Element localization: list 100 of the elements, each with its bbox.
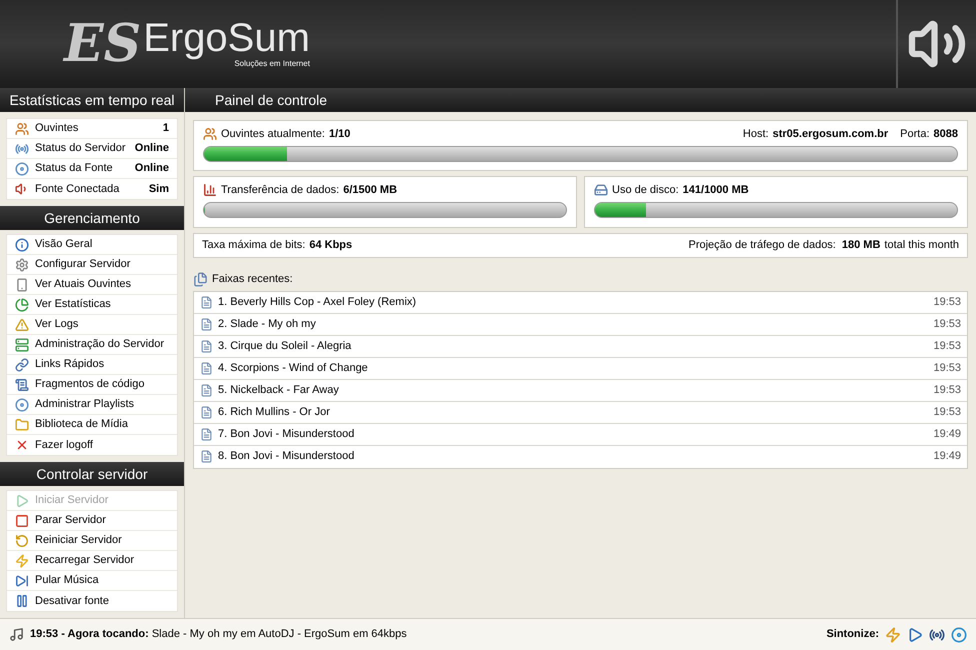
track-time: 19:49 xyxy=(933,449,961,464)
host-value: str05.ergosum.com.br xyxy=(772,127,888,142)
info-icon xyxy=(15,238,29,252)
port-label: Porta: xyxy=(900,127,930,142)
projection-label: Projeção de tráfego de dados: xyxy=(688,238,836,254)
menu-item[interactable]: Ver Logs xyxy=(7,315,177,335)
restart-icon xyxy=(15,534,29,548)
menu-item[interactable]: Pular Música xyxy=(7,571,177,591)
file-icon xyxy=(200,384,213,396)
antenna-icon xyxy=(15,142,29,156)
track-time: 19:53 xyxy=(933,338,961,354)
bar-chart-icon xyxy=(203,182,217,197)
track-time: 19:53 xyxy=(933,294,961,310)
music-note-icon xyxy=(9,627,24,642)
disc-icon xyxy=(15,162,29,176)
projection-suffix: total this month xyxy=(884,238,959,254)
files-icon xyxy=(193,272,208,287)
disc-icon xyxy=(15,398,29,412)
track-title: 3. Cirque du Soleil - Alegria xyxy=(218,338,352,354)
stat-value: Online xyxy=(134,141,169,156)
menu-item[interactable]: Fragmentos de código xyxy=(7,375,177,395)
disc-icon[interactable] xyxy=(951,626,967,642)
stat-label: Status da Fonte xyxy=(35,161,114,176)
link-icon xyxy=(15,358,29,372)
menu-item[interactable]: Links Rápidos xyxy=(7,355,177,375)
menu-item[interactable]: Desativar fonte xyxy=(7,591,177,611)
play-icon xyxy=(15,494,29,508)
gear-icon xyxy=(15,258,29,272)
file-icon xyxy=(200,406,213,418)
stat-value: 1 xyxy=(162,121,169,136)
server-icon xyxy=(15,338,29,352)
device-icon xyxy=(15,278,29,292)
menu-item[interactable]: Administração do Servidor xyxy=(7,335,177,355)
track-time: 19:53 xyxy=(933,360,961,376)
menu-item[interactable]: Biblioteca de Mídia xyxy=(7,415,177,435)
file-icon xyxy=(200,450,213,463)
menu-item[interactable]: Administrar Playlists xyxy=(7,395,177,415)
skip-icon xyxy=(15,574,29,588)
track-time: 19:53 xyxy=(933,316,961,332)
track-time: 19:49 xyxy=(933,426,961,442)
close-icon xyxy=(15,438,29,452)
stop-icon xyxy=(15,514,29,528)
menu-item[interactable]: Reiniciar Servidor xyxy=(7,531,177,551)
host-label: Host: xyxy=(742,127,769,142)
menu-item[interactable]: Ver Estatísticas xyxy=(7,295,177,315)
usage-value: 141/1000 MB xyxy=(682,182,749,198)
file-icon xyxy=(200,296,213,308)
tagline: Soluções em Internet xyxy=(234,59,310,70)
now-playing-text: 19:53 - Agora tocando: Slade - My oh my em AutoDJ - ErgoSum em 64kbps xyxy=(30,627,407,642)
port-value: 8088 xyxy=(934,127,958,142)
usage-value: 6/1500 MB xyxy=(343,182,398,198)
listeners-value: 1/10 xyxy=(328,127,350,142)
file-icon xyxy=(200,362,213,374)
menu-item[interactable]: Fazer logoff xyxy=(7,435,177,455)
track-title: 4. Scorpions - Wind of Change xyxy=(218,360,369,376)
tracks-title: Faixas recentes: xyxy=(212,272,293,287)
stat-label: Fonte Conectada xyxy=(35,182,120,197)
track-title: 8. Bon Jovi - Misunderstood xyxy=(218,449,356,464)
menu-item[interactable]: Recarregar Servidor xyxy=(7,551,177,571)
tune-label: Sintonize: xyxy=(826,627,879,642)
stat-label: Ouvintes xyxy=(35,121,80,136)
projection-value: 180 MB xyxy=(842,238,880,254)
logo-mark: ES xyxy=(64,18,142,70)
folder-icon xyxy=(15,418,29,432)
track-title: 2. Slade - My oh my xyxy=(218,316,317,332)
scroll-icon xyxy=(15,378,29,392)
menu-item[interactable]: Ver Atuais Ouvintes xyxy=(7,275,177,295)
usage-label: Uso de disco: xyxy=(612,182,679,198)
track-title: 5. Nickelback - Far Away xyxy=(218,382,340,398)
section-header: Controlar servidor xyxy=(0,462,184,486)
usage-label: Transferência de dados: xyxy=(221,182,340,198)
users-icon xyxy=(15,122,29,136)
menu-item[interactable]: Parar Servidor xyxy=(7,511,177,531)
play-icon[interactable] xyxy=(907,626,923,642)
bitrate-value: 64 Kbps xyxy=(309,238,352,254)
lightning-icon xyxy=(15,554,29,568)
stat-label: Status do Servidor xyxy=(35,141,126,156)
pie-chart-icon xyxy=(15,298,29,312)
stat-value: Sim xyxy=(148,182,169,197)
track-time: 19:53 xyxy=(933,382,961,398)
pause-icon xyxy=(15,594,29,608)
track-title: 7. Bon Jovi - Misunderstood xyxy=(218,426,356,442)
panel-title: Painel de controle xyxy=(185,88,976,112)
file-icon xyxy=(200,428,213,440)
section-header: Gerenciamento xyxy=(0,206,184,230)
bitrate-label: Taxa máxima de bits: xyxy=(202,238,306,254)
track-title: 6. Rich Mullins - Or Jor xyxy=(218,404,331,420)
radio-icon[interactable] xyxy=(929,626,945,642)
file-icon xyxy=(200,340,213,352)
menu-item[interactable]: Visão Geral xyxy=(7,235,177,255)
track-title: 1. Beverly Hills Cop - Axel Foley (Remix) xyxy=(218,294,418,310)
stat-value: Online xyxy=(134,161,169,176)
warning-icon xyxy=(15,318,29,332)
menu-item[interactable]: Configurar Servidor xyxy=(7,255,177,275)
track-time: 19:53 xyxy=(933,404,961,420)
logo-name: ErgoSum xyxy=(143,18,310,58)
section-header: Estatísticas em tempo real xyxy=(0,88,184,112)
users-icon xyxy=(203,127,217,142)
listeners-label: Ouvintes atualmente: xyxy=(221,127,325,142)
file-icon xyxy=(200,318,213,330)
